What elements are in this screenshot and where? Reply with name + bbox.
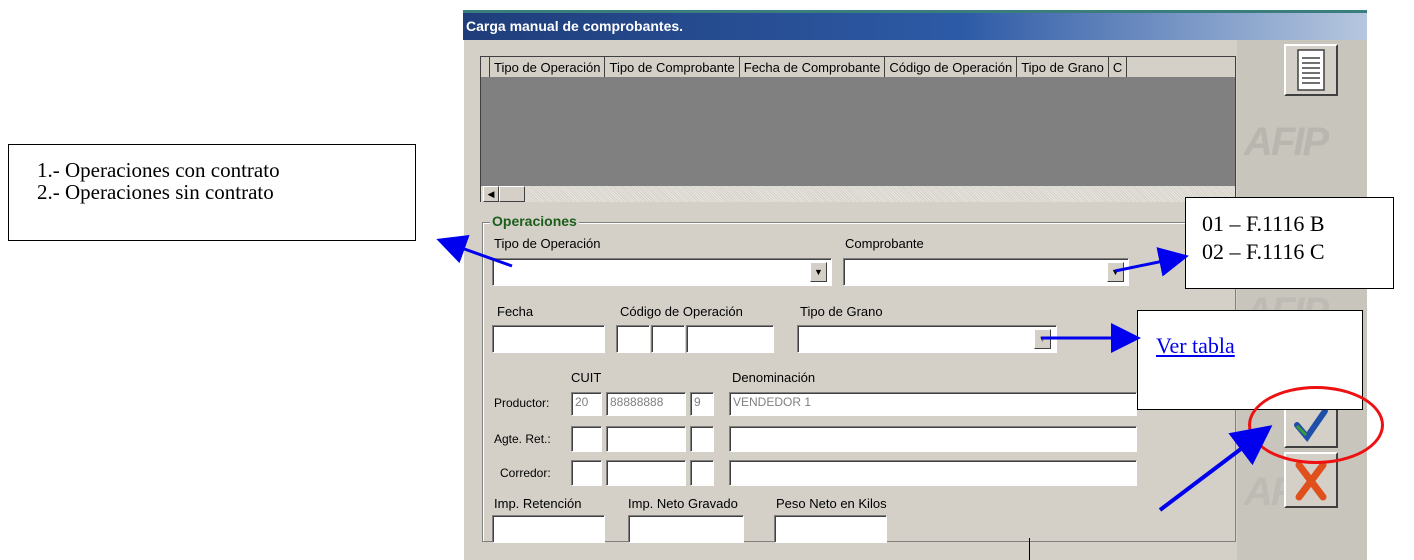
arrow-to-comprobante-box [1114,247,1189,277]
arrow-to-accept-button [1158,425,1273,512]
annotation-arrows [436,234,1273,512]
arrow-to-operaciones-box [436,234,513,268]
